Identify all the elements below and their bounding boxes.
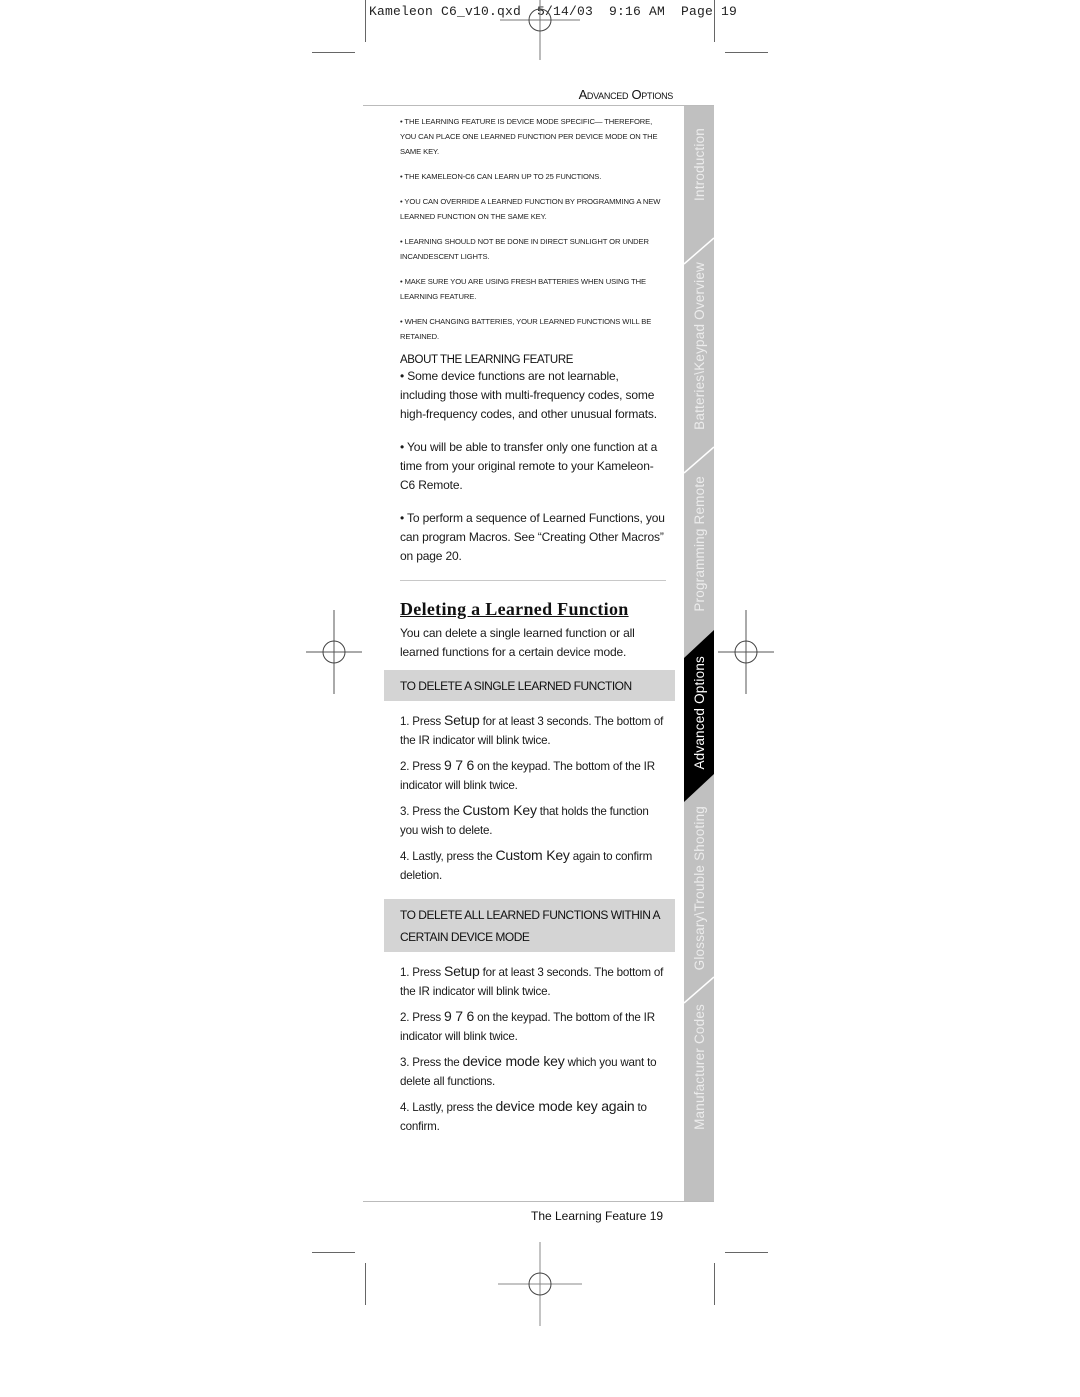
side-tab-introduction[interactable]: Introduction (684, 128, 714, 228)
step-text: 1. Press (400, 715, 444, 728)
crop-mark (714, 0, 715, 42)
running-head: Advanced Options (578, 87, 674, 102)
side-tab-glossary-troubleshooting[interactable]: Glossary\Trouble Shooting (684, 806, 714, 976)
footer-rule (363, 1201, 714, 1202)
note-item: • The Learning Feature is device mode sp… (400, 117, 658, 156)
crop-mark (725, 1252, 768, 1253)
single-delete-heading: To delete a single learned function (384, 670, 675, 701)
registration-mark-left (294, 610, 374, 694)
step-text: 3. Press the (400, 805, 463, 818)
step-text: 3. Press the (400, 1056, 463, 1069)
section-divider (400, 580, 666, 581)
all-delete-heading: To delete all learned functions within a… (384, 899, 675, 952)
instruction-step: 3. Press the Custom Key that holds the f… (400, 801, 666, 840)
side-tab-advanced-options[interactable]: Advanced Options (684, 630, 714, 802)
learning-notes-list: • The Learning Feature is device mode sp… (400, 114, 666, 344)
instruction-step: 1. Press Setup for at least 3 seconds. T… (400, 962, 666, 1001)
crop-mark (365, 1263, 366, 1305)
note-item: • Learning should not be done in direct … (400, 237, 649, 261)
instruction-step: 2. Press 9 7 6 on the keypad. The bottom… (400, 756, 666, 795)
side-tab-batteries-keypad[interactable]: Batteries\Keypad Overview (684, 262, 714, 442)
step-text: 2. Press (400, 760, 444, 773)
crop-mark (312, 52, 355, 53)
side-tab-label: Advanced Options (691, 656, 707, 770)
about-learning-heading: About the Learning Feature (400, 354, 573, 366)
side-tab-label: Glossary\Trouble Shooting (691, 806, 707, 971)
note-item: • When changing batteries, your Learned … (400, 317, 652, 341)
note-item: • You can override a Learned Function by… (400, 197, 661, 221)
step-text: 2. Press (400, 1011, 444, 1024)
registration-mark-right (706, 610, 786, 694)
note-item: • Make sure you are using fresh batterie… (400, 277, 647, 301)
step-text: 1. Press (400, 966, 444, 979)
side-tab-label: Introduction (691, 128, 707, 201)
step-text: 4. Lastly, press the (400, 850, 496, 863)
page-content: • The Learning Feature is device mode sp… (384, 114, 675, 1142)
key-name: 9 7 6 (443, 1008, 475, 1024)
side-tab-manufacturer-codes[interactable]: Manufacturer Codes (684, 1004, 714, 1144)
about-paragraph: • Some device functions are not learnabl… (400, 369, 657, 421)
tab-divider (684, 446, 714, 474)
registration-mark-bottom (498, 1242, 582, 1326)
section-intro: You can delete a single learned function… (400, 626, 635, 659)
note-item: • The Kameleon-C6 can learn up to 25 fun… (400, 172, 602, 181)
crop-mark (725, 52, 768, 53)
instruction-step: 1. Press Setup for at least 3 seconds. T… (400, 711, 666, 750)
key-name: Custom Key (462, 802, 537, 818)
side-tab-label: Programming Remote (691, 476, 707, 612)
side-tab-programming-remote[interactable]: Programming Remote (684, 476, 714, 626)
header-rule (363, 105, 714, 106)
about-paragraph: • To perform a sequence of Learned Funct… (400, 511, 665, 563)
side-tab-label: Batteries\Keypad Overview (691, 262, 707, 430)
crop-mark (714, 1263, 715, 1305)
instruction-step: 3. Press the device mode key which you w… (400, 1052, 666, 1091)
crop-mark (365, 0, 366, 42)
about-paragraph: • You will be able to transfer only one … (400, 440, 658, 492)
tab-divider (684, 976, 714, 1004)
key-name: device mode key again (495, 1098, 635, 1114)
page-footer: The Learning Feature 19 (531, 1209, 664, 1223)
tab-divider (684, 237, 714, 265)
section-title: Deleting a Learned Function (400, 599, 629, 619)
side-tab-label: Manufacturer Codes (691, 1004, 707, 1130)
key-name: device mode key (462, 1053, 565, 1069)
crop-mark (312, 1252, 355, 1253)
key-name: Setup (443, 963, 480, 979)
key-name: Setup (443, 712, 480, 728)
registration-mark-top (500, 0, 580, 60)
step-text: 4. Lastly, press the (400, 1101, 496, 1114)
key-name: Custom Key (495, 847, 570, 863)
instruction-step: 2. Press 9 7 6 on the keypad. The bottom… (400, 1007, 666, 1046)
instruction-step: 4. Lastly, press the device mode key aga… (400, 1097, 666, 1136)
key-name: 9 7 6 (443, 757, 475, 773)
instruction-step: 4. Lastly, press the Custom Key again to… (400, 846, 666, 885)
